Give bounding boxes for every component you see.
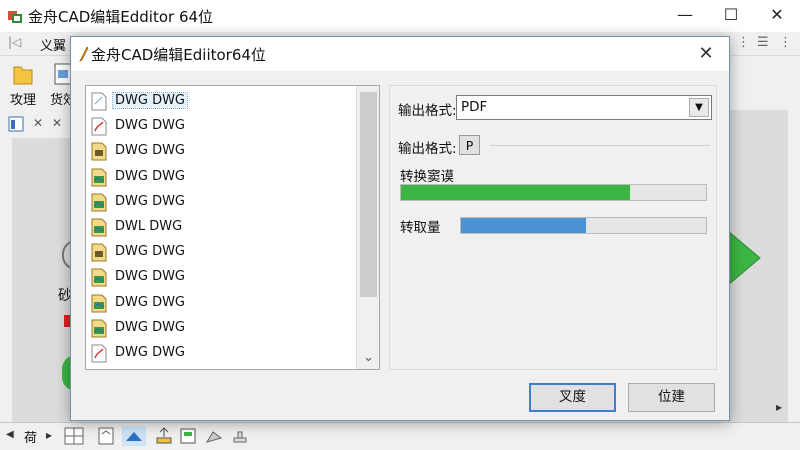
arrow-right-icon[interactable] [728,231,762,285]
file-name: DWG DWG [115,143,186,159]
file-name: DWG DWG [115,118,186,134]
file-list-item[interactable]: DWG DWG [88,291,352,315]
scroll-right-small-icon[interactable]: ▸ [46,428,52,442]
image-file-icon [91,193,107,212]
side-panel: ✕ ✕ 砂 [0,110,76,428]
output-format-short-button[interactable]: P [459,135,480,155]
dxf-file-icon [91,142,107,161]
settings-panel: 输出格式: PDF ▼ 输出格式: P 转换窦谟 转取量 [389,85,717,370]
extract-progress-fill [461,218,586,233]
dialog-close-button[interactable]: ✕ [683,37,729,71]
statusbar: ◀ 荷 ▸ [0,422,800,450]
file-list-scrollbar[interactable]: ⌄ [356,86,379,369]
file-name: DWG DWG [115,269,186,285]
ok-button[interactable]: 叉度 [529,383,616,412]
dialog-title: 金舟CAD编辑Ediitor64位 [91,46,266,64]
file-list-item[interactable]: DWG DWG [88,240,352,264]
convert-progress-label: 转换窦谟 [400,169,454,185]
folder-icon [13,66,33,85]
page-icon[interactable] [96,426,116,446]
maximize-button[interactable]: ☐ [708,0,754,32]
scroll-thumb[interactable] [360,92,377,297]
convert-dialog: 金舟CAD编辑Ediitor64位 ✕ DWG DWG DWG DWG DWG DW… [70,36,730,421]
file-list-panel: DWG DWG DWG DWG DWG DWG DWG DWG DWG DWG DWL D… [85,85,380,370]
image-file-icon [91,168,107,187]
convert-progress-bar [400,184,707,201]
scroll-right-icon[interactable]: ▸ [776,400,782,414]
extract-progress-label: 转取量 [400,220,441,236]
output-format-label: 输出格式: [398,103,457,119]
nav-label[interactable]: 义翼 [40,35,66,54]
grid-icon[interactable] [64,426,84,446]
convert-progress-fill [401,185,630,200]
output-format-label-2: 输出格式: [398,141,457,157]
image-file-icon [91,268,107,287]
file-name: DWG DWG [115,244,186,260]
pdf-file-icon [91,117,107,136]
file-list: DWG DWG DWG DWG DWG DWG DWG DWG DWG DWG DWL D… [86,86,356,369]
canvas-area [12,138,72,428]
convert-button[interactable]: 位建 [628,383,715,412]
file-name: DWL DWG [115,219,183,234]
menu-icon[interactable]: ☰ [757,35,769,50]
upload-icon[interactable] [154,426,174,446]
right-area: ▸ [728,56,800,422]
output-format-value: PDF [461,99,488,115]
file-list-item[interactable]: DWG DWG [88,316,352,340]
image-file-icon [91,319,107,338]
book-icon[interactable] [122,426,146,446]
divider [490,145,710,146]
close-icon[interactable]: ✕ [33,116,43,130]
close-icon-2[interactable]: ✕ [52,116,62,130]
file-list-item[interactable]: DWG DWG [88,341,352,365]
stamp-icon[interactable] [230,426,250,446]
file-list-item[interactable]: DWG DWG [88,265,352,289]
scroll-left-icon[interactable]: ◀ [6,429,14,440]
file-name: DWG DWG [115,294,186,310]
file-name: DWG DWG [115,345,186,360]
back-icon[interactable]: |◁ [8,35,21,49]
file-name: DWG DWG [115,319,186,335]
image-file-icon [91,218,107,237]
minimize-button[interactable]: — [662,0,708,32]
toolbar-label: 攻理 [10,93,37,108]
status-label: 荷 [24,431,38,446]
image-file-icon [91,294,107,313]
main-titlebar: 金舟CAD编辑Edditor 64位 — ☐ ✕ [0,0,800,32]
file-name: DWG DWG [115,193,186,209]
file-list-item[interactable]: DWL DWG [88,215,352,239]
window-title: 金舟CAD编辑Edditor 64位 [28,8,214,26]
file-list-item[interactable]: DWG DWG [88,139,352,163]
file-name: DWG DWG [115,168,186,184]
brush-icon[interactable] [204,426,224,446]
extract-progress-bar [460,217,707,234]
file-list-item[interactable]: DWG DWG [88,89,352,113]
file-list-item[interactable]: DWG DWG [88,165,352,189]
app-icon [8,11,22,23]
pdf-file-icon [91,344,107,363]
file-list-item[interactable]: DWG DWG [88,190,352,214]
dialog-titlebar: 金舟CAD编辑Ediitor64位 ✕ [71,37,729,71]
dxf-file-icon [91,243,107,262]
chevron-down-icon[interactable]: ▼ [689,98,709,117]
toolbar-item-manage[interactable]: 攻理 [8,60,38,108]
pen-icon [79,46,89,62]
output-format-select[interactable]: PDF ▼ [456,95,712,120]
dwg-file-icon [91,92,107,111]
file-list-item[interactable]: DWG DWG [88,114,352,138]
close-button[interactable]: ✕ [754,0,800,32]
layout-icon[interactable] [8,116,24,132]
file-name: DWG DWG [111,92,189,109]
more-icon-2[interactable]: ⋮ [779,35,792,50]
export-icon[interactable] [178,426,198,446]
more-icon[interactable]: ⋮ [737,35,750,50]
scroll-down-button[interactable]: ⌄ [357,347,380,369]
